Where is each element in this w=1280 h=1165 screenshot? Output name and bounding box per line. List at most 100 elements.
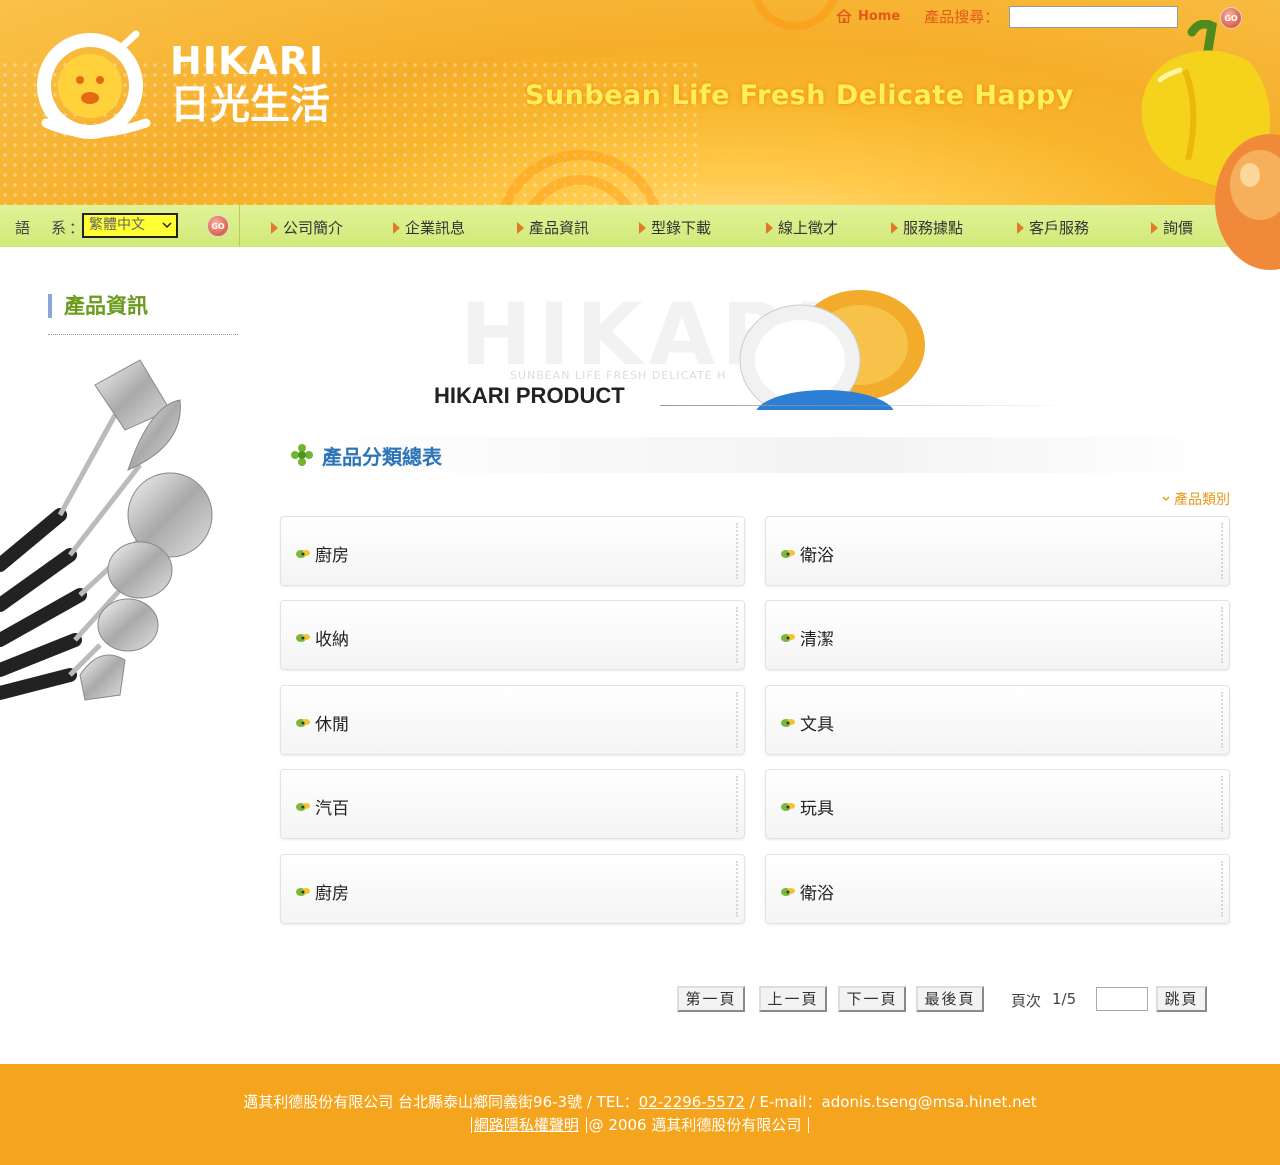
search-label: 產品搜尋： <box>924 7 1000 26</box>
triangle-right-icon <box>766 221 773 234</box>
product-banner: HIKARI SUNBEAN LIFE FRESH DELICATE H HIK… <box>430 285 1070 410</box>
category-card[interactable]: 廚房 <box>280 854 745 924</box>
nav-item-customer-service[interactable]: 客戶服務 <box>1017 217 1089 238</box>
nav-item-company[interactable]: 公司簡介 <box>271 217 343 238</box>
category-card[interactable]: 衛浴 <box>765 854 1230 924</box>
category-label: 汽百 <box>315 799 349 819</box>
language-label: 語 系： <box>15 219 88 237</box>
prev-page-button[interactable]: 上一頁 <box>759 986 827 1012</box>
page-indicator: 1/5 <box>1052 990 1077 1008</box>
green-cross-icon <box>291 444 313 466</box>
main-nav-bar: 語 系： 繁體中文 GO 公司簡介 企業訊息 產品資訊 型錄下載 線上徵才 服務… <box>0 205 1280 247</box>
category-card[interactable]: 衛浴 <box>765 516 1230 586</box>
category-card[interactable]: 汽百 <box>280 769 745 839</box>
section-header: 產品分類總表 <box>285 437 1230 473</box>
category-label: 休閒 <box>315 715 349 735</box>
nav-label: 型錄下載 <box>651 219 712 237</box>
nav-label: 公司簡介 <box>283 219 344 237</box>
bullet-icon <box>781 718 795 727</box>
language-area: 語 系： 繁體中文 GO <box>0 205 240 247</box>
footer-legal: 網路隱私權聲明 @ 2006 邁其利德股份有限公司 <box>0 1114 1280 1135</box>
nav-item-careers[interactable]: 線上徵才 <box>766 217 838 238</box>
language-go-button[interactable]: GO <box>207 215 229 237</box>
nav-item-locations[interactable]: 服務據點 <box>891 217 963 238</box>
triangle-right-icon <box>1017 221 1024 234</box>
first-page-button[interactable]: 第一頁 <box>677 986 745 1012</box>
privacy-link[interactable]: 網路隱私權聲明 <box>474 1116 579 1134</box>
go-label: GO <box>211 221 225 231</box>
nav-label: 產品資訊 <box>529 219 590 237</box>
page-jump-input[interactable] <box>1096 987 1148 1011</box>
section-title: 產品分類總表 <box>322 444 442 469</box>
category-label: 玩具 <box>800 799 834 819</box>
header-decor-ring <box>750 0 840 30</box>
triangle-right-icon <box>1151 221 1158 234</box>
banner-title: HIKARI PRODUCT <box>434 383 625 408</box>
footer-email: / E-mail：adonis.tseng@msa.hinet.net <box>744 1093 1037 1111</box>
category-card[interactable]: 休閒 <box>280 685 745 755</box>
jump-page-button[interactable]: 跳頁 <box>1156 986 1207 1012</box>
top-utility-bar: Home 產品搜尋： <box>836 4 999 28</box>
chevron-down-icon <box>162 222 172 229</box>
category-card[interactable]: 清潔 <box>765 600 1230 670</box>
category-card[interactable]: 文具 <box>765 685 1230 755</box>
footer-separator <box>585 1117 587 1133</box>
plates-image <box>739 290 925 410</box>
hikari-logo-icon[interactable] <box>28 28 158 143</box>
category-link[interactable]: 產品類別 <box>1162 489 1230 509</box>
category-label: 清潔 <box>800 630 834 650</box>
category-card[interactable]: 玩具 <box>765 769 1230 839</box>
sidebar-divider <box>48 334 238 335</box>
peach-image <box>1215 134 1280 270</box>
bullet-icon <box>296 718 310 727</box>
bullet-icon <box>296 802 310 811</box>
nav-item-news[interactable]: 企業訊息 <box>393 217 465 238</box>
category-card[interactable]: 廚房 <box>280 516 745 586</box>
nav-label: 客戶服務 <box>1029 219 1090 237</box>
footer-tel-link[interactable]: 02-2296-5572 <box>639 1093 745 1111</box>
nav-item-inquiry[interactable]: 詢價 <box>1151 217 1193 238</box>
category-label: 衛浴 <box>800 546 834 566</box>
logo-en: HIKARI <box>170 39 325 83</box>
kitchen-utensils-image <box>0 359 213 701</box>
bullet-icon <box>781 633 795 642</box>
bullet-icon <box>781 549 795 558</box>
bullet-icon <box>296 549 310 558</box>
triangle-right-icon <box>271 221 278 234</box>
footer-separator <box>808 1117 810 1133</box>
sidebar-title: 產品資訊 <box>48 294 148 318</box>
nav-label: 企業訊息 <box>405 219 466 237</box>
footer-company-address: 邁其利德股份有限公司 台北縣泰山鄉同義街96-3號 / TEL： <box>243 1093 639 1111</box>
pagination: 第一頁 上一頁 下一頁 最後頁 頁次 1/5 跳頁 <box>0 986 1280 1012</box>
logo-wordmark[interactable]: HIKARI 日光生活 <box>170 40 330 128</box>
language-select[interactable]: 繁體中文 <box>82 213 178 238</box>
nav-item-products[interactable]: 產品資訊 <box>517 217 589 238</box>
chevron-down-icon <box>1162 496 1170 501</box>
site-footer: 邁其利德股份有限公司 台北縣泰山鄉同義街96-3號 / TEL：02-2296-… <box>0 1064 1280 1165</box>
home-icon <box>836 9 852 23</box>
category-card[interactable]: 收納 <box>280 600 745 670</box>
nav-menu: 公司簡介 企業訊息 產品資訊 型錄下載 線上徵才 服務據點 客戶服務 詢價 <box>241 205 1280 247</box>
triangle-right-icon <box>891 221 898 234</box>
header-slogan: Sunbean Life Fresh Delicate Happy <box>525 80 1074 111</box>
banner-underline <box>660 405 1070 406</box>
category-label: 衛浴 <box>800 884 834 904</box>
category-label: 廚房 <box>315 546 349 566</box>
triangle-right-icon <box>639 221 646 234</box>
footer-separator <box>470 1117 472 1133</box>
language-selected: 繁體中文 <box>89 217 145 233</box>
footer-contact: 邁其利德股份有限公司 台北縣泰山鄉同義街96-3號 / TEL：02-2296-… <box>0 1091 1280 1112</box>
site-header: HIKARI 日光生活 Sunbean Life Fresh Delicate … <box>0 0 1280 205</box>
home-link[interactable]: Home <box>836 9 900 24</box>
nav-label: 詢價 <box>1163 219 1194 237</box>
category-label: 收納 <box>315 630 349 650</box>
banner-subtext: SUNBEAN LIFE FRESH DELICATE H <box>510 369 727 382</box>
next-page-button[interactable]: 下一頁 <box>838 986 906 1012</box>
last-page-button[interactable]: 最後頁 <box>916 986 984 1012</box>
nav-item-catalog[interactable]: 型錄下載 <box>639 217 711 238</box>
category-label: 廚房 <box>315 884 349 904</box>
home-label: Home <box>858 8 901 24</box>
category-link-label: 產品類別 <box>1174 492 1230 508</box>
copyright-text: @ 2006 邁其利德股份有限公司 <box>588 1116 802 1134</box>
bullet-icon <box>781 802 795 811</box>
